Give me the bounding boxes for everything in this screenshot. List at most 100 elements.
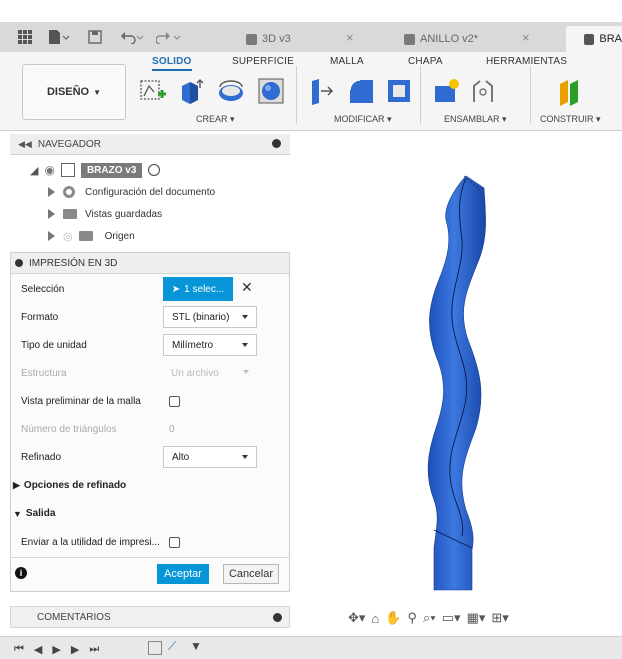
tab-brazo-active[interactable]: BRA [566, 26, 622, 52]
fillet-icon[interactable] [346, 76, 376, 106]
expand-triangle-icon[interactable]: ◢ [30, 164, 38, 177]
viewport-model[interactable] [400, 170, 520, 592]
press-pull-icon[interactable] [306, 76, 336, 106]
selection-label: Selección [21, 284, 65, 295]
feature-icon[interactable]: ⟋ [168, 639, 176, 654]
orbit-icon[interactable]: ✥▾ [348, 610, 365, 626]
grid-icon[interactable]: ▦▾ [467, 610, 486, 626]
look-at-icon[interactable]: ⌂ [371, 611, 379, 626]
component-icon [246, 33, 257, 45]
chevron-down-icon [242, 315, 248, 319]
joint-icon[interactable] [468, 76, 498, 106]
play-icon[interactable]: ▶ [52, 643, 60, 656]
create-sketch-icon[interactable] [138, 76, 168, 106]
accept-button[interactable]: Aceptar [157, 564, 209, 584]
arm-body[interactable] [427, 175, 486, 591]
tab-herramientas[interactable]: HERRAMIENTAS [486, 56, 567, 67]
shell-icon[interactable] [384, 76, 414, 106]
display-settings-icon[interactable]: ▭▾ [442, 610, 461, 626]
group-crear[interactable]: CREAR ▾ [196, 114, 235, 125]
send-to-print-utility-checkbox[interactable] [169, 537, 180, 548]
selection-button[interactable]: ➤ 1 selec... [163, 277, 233, 301]
structure-label: Estructura [21, 368, 67, 379]
workspace-dropdown[interactable]: DISEÑO ▼ [22, 64, 126, 120]
step-forward-icon[interactable]: ▶ [71, 643, 79, 656]
step-back-icon[interactable]: ◀ [34, 643, 42, 656]
unit-type-dropdown[interactable]: Milímetro [163, 334, 257, 356]
skip-to-end-icon[interactable]: ⏭ [89, 643, 99, 656]
send-to-print-utility-label: Enviar a la utilidad de impresi... [21, 537, 160, 548]
dialog-header[interactable]: IMPRESIÓN EN 3D [11, 253, 289, 274]
tab-malla[interactable]: MALLA [330, 56, 364, 67]
folder-icon [63, 209, 77, 219]
info-icon[interactable]: i [15, 567, 27, 579]
tree-root[interactable]: ◢ ◉ BRAZO v3 [30, 160, 161, 180]
cursor-arrow-icon: ➤ [171, 283, 181, 295]
revolve-icon[interactable] [216, 76, 246, 106]
chevron-down-icon [242, 343, 248, 347]
expand-triangle-icon[interactable] [48, 231, 55, 241]
mesh-preview-checkbox[interactable] [169, 396, 180, 407]
tab-solido[interactable]: SOLIDO [152, 56, 192, 71]
format-dropdown[interactable]: STL (binario) [163, 306, 257, 328]
clear-selection-icon[interactable]: ✕ [241, 279, 253, 296]
offset-plane-icon[interactable] [556, 76, 586, 106]
fit-icon[interactable]: ⌕▾ [423, 610, 436, 626]
add-comment-icon[interactable] [273, 613, 282, 622]
timeline-bar: ⏮ ◀ ▶ ▶ ⏭ ⟋ ▼ [0, 636, 622, 659]
save-icon[interactable] [88, 28, 102, 46]
collapse-icon[interactable]: ◀◀ [18, 139, 32, 150]
browser-header[interactable]: ◀◀ NAVEGADOR [10, 134, 290, 155]
group-ensamblar[interactable]: ENSAMBLAR ▾ [444, 114, 507, 125]
tab-anillo-v2[interactable]: ANILLO v2* [404, 26, 514, 52]
tab-chapa[interactable]: CHAPA [408, 56, 443, 67]
timeline-marker-icon[interactable]: ▼ [190, 639, 202, 653]
app-grid-icon[interactable] [18, 28, 32, 46]
group-construir[interactable]: CONSTRUIR ▾ [540, 114, 601, 125]
close-tab-icon[interactable]: × [346, 30, 354, 45]
format-label: Formato [21, 312, 59, 323]
divider [530, 66, 531, 124]
toolbar-ribbon: DISEÑO ▼ SOLIDO SUPERFICIE MALLA CHAPA H… [0, 52, 622, 131]
sketch-feature-icon[interactable] [148, 641, 162, 655]
pin-icon[interactable] [272, 139, 281, 148]
skip-to-start-icon[interactable]: ⏮ [14, 643, 24, 656]
print-3d-dialog: IMPRESIÓN EN 3D Selección ➤ 1 selec... ✕… [10, 252, 290, 592]
comments-panel[interactable]: COMENTARIOS [10, 606, 290, 628]
tab-superficie[interactable]: SUPERFICIE [232, 56, 294, 67]
output-section[interactable]: ▼ Salida [13, 508, 55, 519]
pan-icon[interactable]: ✋ [385, 610, 401, 626]
tree-item-vistas[interactable]: Vistas guardadas [48, 204, 162, 224]
redo-icon[interactable] [156, 28, 182, 46]
close-tab-icon[interactable]: × [522, 30, 530, 45]
extrude-icon[interactable] [176, 76, 206, 106]
activate-radio-icon[interactable] [148, 164, 161, 176]
folder-icon [78, 231, 93, 241]
file-menu-icon[interactable] [48, 28, 70, 46]
sphere-icon[interactable] [256, 76, 286, 106]
navigation-bar: ✥▾ ⌂ ✋ ⚲ ⌕▾ ▭▾ ▦▾ ⊞▾ [348, 608, 509, 628]
expand-triangle-icon[interactable] [48, 209, 55, 219]
zoom-icon[interactable]: ⚲ [407, 610, 417, 626]
new-component-icon[interactable] [432, 76, 462, 106]
component-icon [584, 33, 595, 45]
undo-icon[interactable] [120, 28, 146, 46]
divider [11, 557, 289, 558]
chevron-down-icon: ▼ [13, 508, 22, 519]
chevron-down-icon [243, 370, 249, 374]
visibility-eye-icon[interactable]: ◉ [44, 163, 54, 177]
tree-item-config[interactable]: Configuración del documento [48, 182, 215, 202]
viewports-icon[interactable]: ⊞▾ [491, 610, 508, 626]
hidden-eye-icon[interactable]: ◎ [63, 230, 73, 243]
document-tab-bar: 3D v3 × ANILLO v2* × BRA [0, 22, 622, 53]
refinement-dropdown[interactable]: Alto [163, 446, 257, 468]
group-modificar[interactable]: MODIFICAR ▾ [334, 114, 392, 125]
triangle-count-value: 0 [169, 424, 175, 435]
tree-item-origen[interactable]: ◎ Origen [48, 226, 135, 246]
expand-triangle-icon[interactable] [48, 187, 55, 197]
component-icon [60, 163, 75, 177]
refinement-options-section[interactable]: ▶ Opciones de refinado [13, 480, 126, 491]
tab-3d-v3[interactable]: 3D v3 [246, 26, 346, 52]
unit-type-label: Tipo de unidad [21, 340, 87, 351]
cancel-button[interactable]: Cancelar [223, 564, 279, 584]
